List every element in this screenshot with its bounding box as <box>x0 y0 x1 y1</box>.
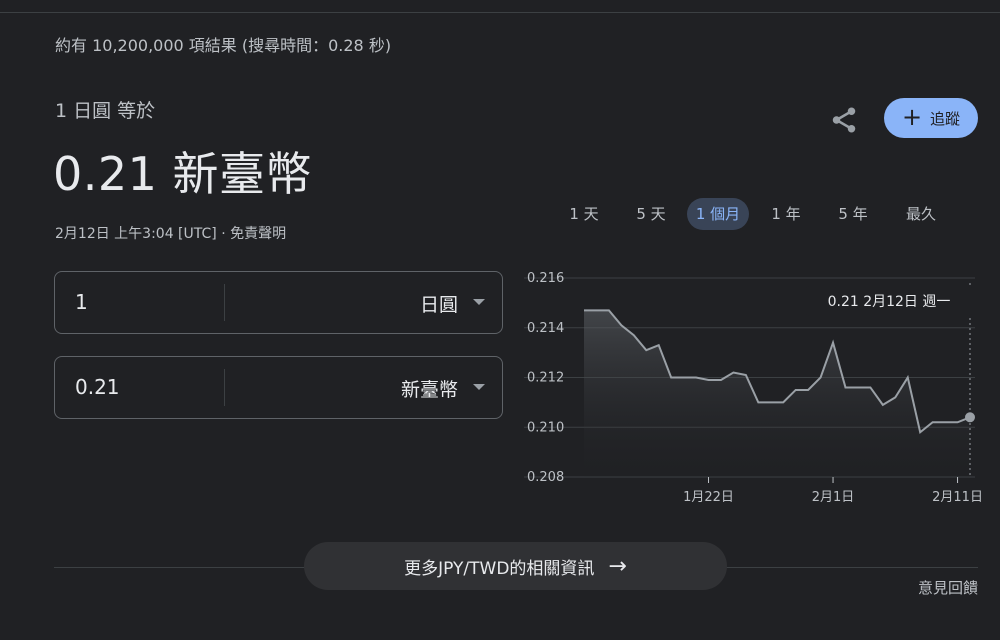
y-tick-label: 0.212 <box>527 371 564 386</box>
feedback-link[interactable]: 意見回饋 <box>918 577 978 598</box>
x-tick-label: 2月1日 <box>812 490 855 505</box>
x-tick-label: 2月11日 <box>932 490 983 505</box>
y-tick-label: 0.210 <box>527 420 564 435</box>
exchange-rate-chart[interactable]: 0.2160.2140.2120.2100.2081月22日 2月1日 2月11日 … <box>0 0 1000 540</box>
y-tick-label: 0.208 <box>527 470 564 485</box>
current-point <box>965 412 975 423</box>
y-tick-label: 0.214 <box>527 321 564 336</box>
y-tick-label: 0.216 <box>527 271 564 286</box>
more-info-button[interactable]: 更多JPY/TWD的相關資訊 → <box>304 542 727 590</box>
arrow-right-icon: → <box>608 553 627 579</box>
more-info-label: 更多JPY/TWD的相關資訊 <box>404 558 595 579</box>
tooltip-label: 0.21 2月12日 週一 <box>828 294 951 310</box>
x-tick-label: 1月22日 <box>683 490 734 505</box>
